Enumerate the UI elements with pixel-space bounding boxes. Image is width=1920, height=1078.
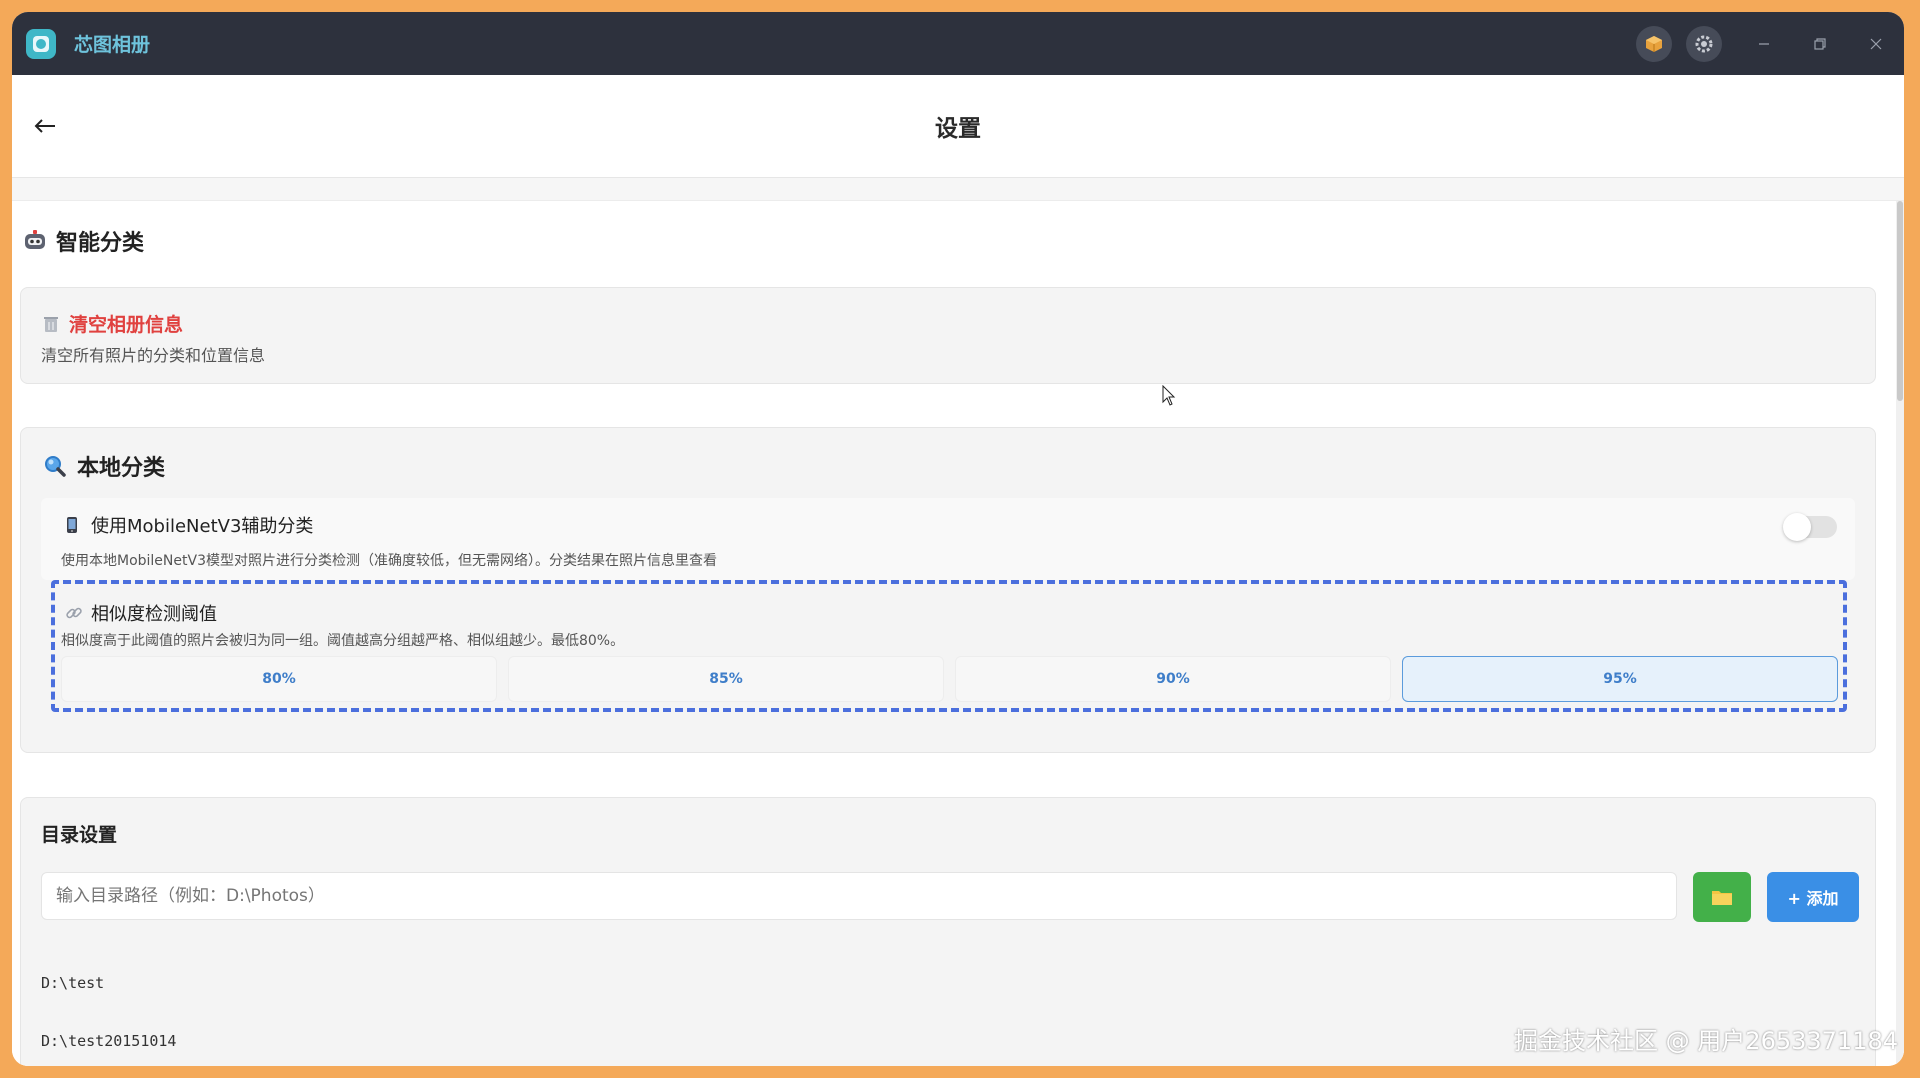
- phone-icon: [67, 517, 77, 533]
- clear-album-label: 清空相册信息: [69, 314, 184, 336]
- directory-item: D:\test20151014: [41, 1032, 177, 1050]
- page-title: 设置: [935, 116, 981, 142]
- trash-icon: [44, 316, 58, 332]
- threshold-desc: 相似度高于此阈值的照片会被归为同一组。阈值越高分组越严格、相似组越少。最低80%…: [61, 633, 625, 649]
- clear-album-card[interactable]: 清空相册信息 清空所有照片的分类和位置信息: [20, 287, 1876, 384]
- mobilenet-label: 使用MobileNetV3辅助分类: [63, 512, 313, 538]
- toggle-knob: [1783, 513, 1811, 541]
- threshold-options: 80% 85% 90% 95%: [61, 656, 1838, 702]
- app-logo-icon: [26, 28, 56, 59]
- title-bar: 芯图相册: [12, 12, 1904, 75]
- scrollbar[interactable]: [1896, 201, 1904, 1066]
- app-title: 芯图相册: [74, 34, 151, 56]
- scrollbar-thumb[interactable]: [1897, 201, 1903, 401]
- link-icon: [66, 607, 82, 619]
- minimize-icon: [1759, 42, 1769, 45]
- threshold-option-90[interactable]: 90%: [955, 656, 1391, 702]
- mouse-cursor-icon: [1162, 385, 1176, 406]
- smart-section-label: 智能分类: [56, 231, 145, 256]
- directory-title: 目录设置: [41, 824, 118, 846]
- package-icon-button[interactable]: [1636, 25, 1672, 62]
- directory-path-input[interactable]: [41, 872, 1677, 920]
- threshold-label: 相似度检测阈值: [65, 600, 217, 626]
- directory-item: D:\test: [41, 974, 105, 992]
- local-section-title: 本地分类: [43, 450, 165, 482]
- local-classify-card: 本地分类 使用MobileNetV3辅助分类 使用本地MobileNetV3模型…: [20, 427, 1876, 753]
- clear-album-title[interactable]: 清空相册信息: [41, 310, 183, 337]
- page-header: 设置: [12, 75, 1904, 178]
- local-section-label: 本地分类: [77, 456, 166, 481]
- minimize-button[interactable]: [1736, 12, 1792, 75]
- threshold-option-80[interactable]: 80%: [61, 656, 497, 702]
- close-icon: [1870, 38, 1882, 49]
- settings-icon-button[interactable]: [1686, 25, 1722, 62]
- close-button[interactable]: [1848, 12, 1904, 75]
- add-directory-button[interactable]: + 添加: [1767, 872, 1859, 922]
- gear-icon: [1695, 35, 1713, 52]
- back-button[interactable]: [30, 111, 60, 141]
- watermark: 掘金技术社区 @ 用户2653371184: [1514, 1027, 1898, 1055]
- app-window: 芯图相册 设置 智能分类 清空相册信息 清空所有照片的分类和位置信息 本地分类 …: [12, 12, 1904, 1066]
- restore-button[interactable]: [1792, 12, 1848, 75]
- folder-icon: [1712, 891, 1732, 905]
- restore-icon: [1814, 37, 1826, 50]
- magnifier-icon: [45, 456, 66, 477]
- settings-content: 智能分类 清空相册信息 清空所有照片的分类和位置信息 本地分类 使用Mobile…: [12, 201, 1904, 1066]
- browse-folder-button[interactable]: [1693, 872, 1751, 922]
- threshold-option-95[interactable]: 95%: [1402, 656, 1838, 702]
- mobilenet-desc: 使用本地MobileNetV3模型对照片进行分类检测（准确度较低，但无需网络）。…: [61, 553, 717, 569]
- threshold-label-text: 相似度检测阈值: [91, 604, 217, 625]
- package-icon: [1646, 35, 1662, 52]
- mobilenet-label-text: 使用MobileNetV3辅助分类: [91, 516, 314, 537]
- similarity-threshold-box: 相似度检测阈值 相似度高于此阈值的照片会被归为同一组。阈值越高分组越严格、相似组…: [51, 580, 1847, 712]
- mobilenet-toggle[interactable]: [1783, 513, 1837, 541]
- clear-album-desc: 清空所有照片的分类和位置信息: [41, 346, 266, 365]
- smart-section-title: 智能分类: [22, 225, 144, 257]
- header-divider: [12, 178, 1904, 201]
- threshold-option-85[interactable]: 85%: [508, 656, 944, 702]
- mobilenet-setting-row: 使用MobileNetV3辅助分类 使用本地MobileNetV3模型对照片进行…: [41, 498, 1855, 580]
- back-arrow-icon: [34, 119, 55, 133]
- robot-icon: [25, 230, 45, 249]
